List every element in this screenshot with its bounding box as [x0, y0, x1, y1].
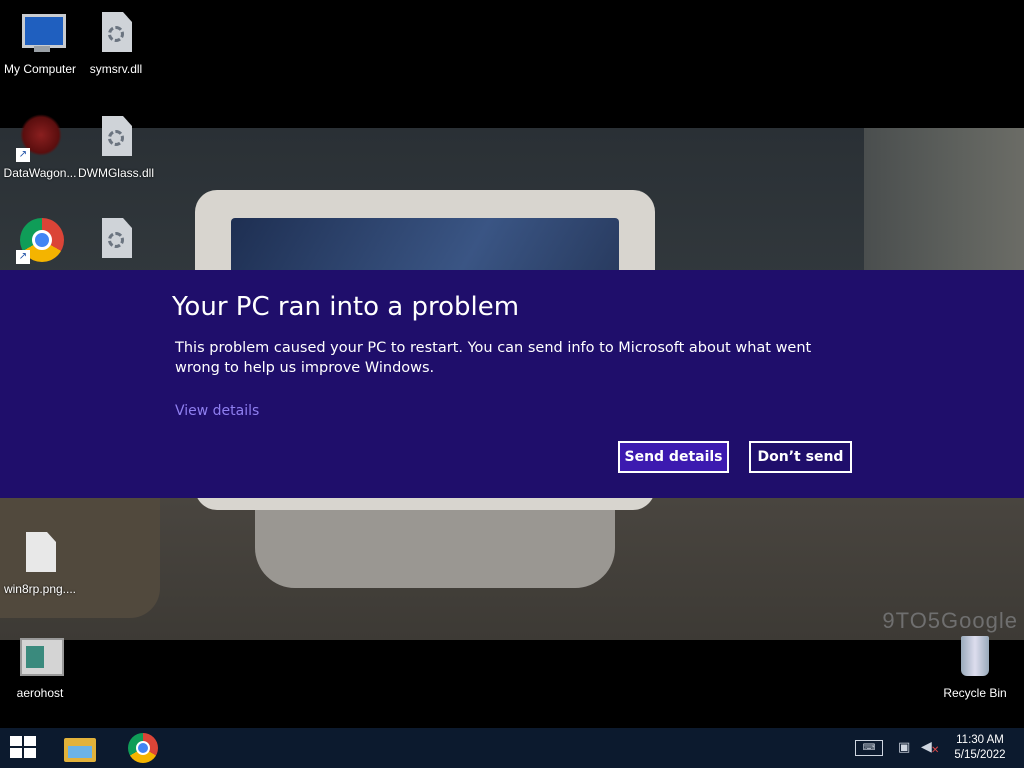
network-icon[interactable]: ▣ — [898, 740, 910, 755]
desktop-icon-my-computer[interactable]: My Computer — [0, 10, 80, 76]
file-icon — [16, 530, 64, 578]
desktop-icon-label: win8rp.png.... — [3, 582, 77, 596]
desktop-icon-label: symsrv.dll — [89, 62, 143, 76]
web-shortcut-icon: ↗ — [16, 114, 64, 162]
view-details-link[interactable]: View details — [175, 403, 259, 419]
taskbar: ⌨ ▣ ◀ ✕ 11:30 AM 5/15/2022 — [0, 728, 1024, 768]
recycle-bin-icon — [951, 634, 999, 682]
desktop-icon-label: aerohost — [16, 686, 64, 700]
file-explorer-icon[interactable] — [64, 734, 98, 762]
computer-icon — [16, 10, 66, 58]
desktop-icon-label: My Computer — [3, 62, 77, 76]
desktop-icon-label: DWMGlass.dll — [77, 166, 154, 180]
dll-file-icon — [92, 10, 140, 58]
desktop-icon-aerohost[interactable]: aerohost — [0, 634, 80, 700]
shortcut-arrow-icon: ↗ — [16, 250, 30, 264]
desktop-icon-chrome[interactable]: ↗ — [0, 216, 80, 268]
desktop-icon-dwmglass[interactable]: DWMGlass.dll — [76, 114, 156, 180]
dont-send-button[interactable]: Don’t send — [749, 441, 852, 473]
shortcut-arrow-icon: ↗ — [16, 148, 30, 162]
desktop-icon-symsrv[interactable]: symsrv.dll — [76, 10, 156, 76]
chrome-icon: ↗ — [16, 216, 64, 264]
error-title: Your PC ran into a problem — [172, 292, 520, 322]
keyboard-icon[interactable]: ⌨ — [855, 740, 883, 756]
desktop-icon-win8rp[interactable]: win8rp.png.... — [0, 530, 80, 596]
error-message: This problem caused your PC to restart. … — [175, 340, 812, 376]
desktop-icon-recycle-bin[interactable]: Recycle Bin — [935, 634, 1015, 700]
desktop-icon-datawagon[interactable]: ↗ DataWagon... — [0, 114, 80, 180]
volume-muted-icon[interactable]: ◀ ✕ — [921, 739, 939, 756]
desktop-icon-label: DataWagon... — [3, 166, 77, 180]
error-dialog: Your PC ran into a problem This problem … — [0, 270, 1024, 498]
send-details-button[interactable]: Send details — [618, 441, 729, 473]
clock-time: 11:30 AM — [956, 734, 1004, 746]
wallpaper-device-base — [255, 498, 615, 588]
desktop-icon-dll[interactable] — [76, 216, 156, 268]
start-button[interactable] — [10, 736, 38, 760]
app-icon — [16, 634, 64, 682]
dll-file-icon — [92, 114, 140, 162]
desktop-icon-label: Recycle Bin — [943, 686, 1007, 700]
system-clock[interactable]: 11:30 AM 5/15/2022 — [944, 733, 1016, 763]
clock-date: 5/15/2022 — [954, 749, 1006, 761]
wallpaper-watermark: 9TO5Google — [882, 608, 1018, 633]
chrome-icon[interactable] — [128, 733, 158, 763]
dll-file-icon — [92, 216, 140, 264]
